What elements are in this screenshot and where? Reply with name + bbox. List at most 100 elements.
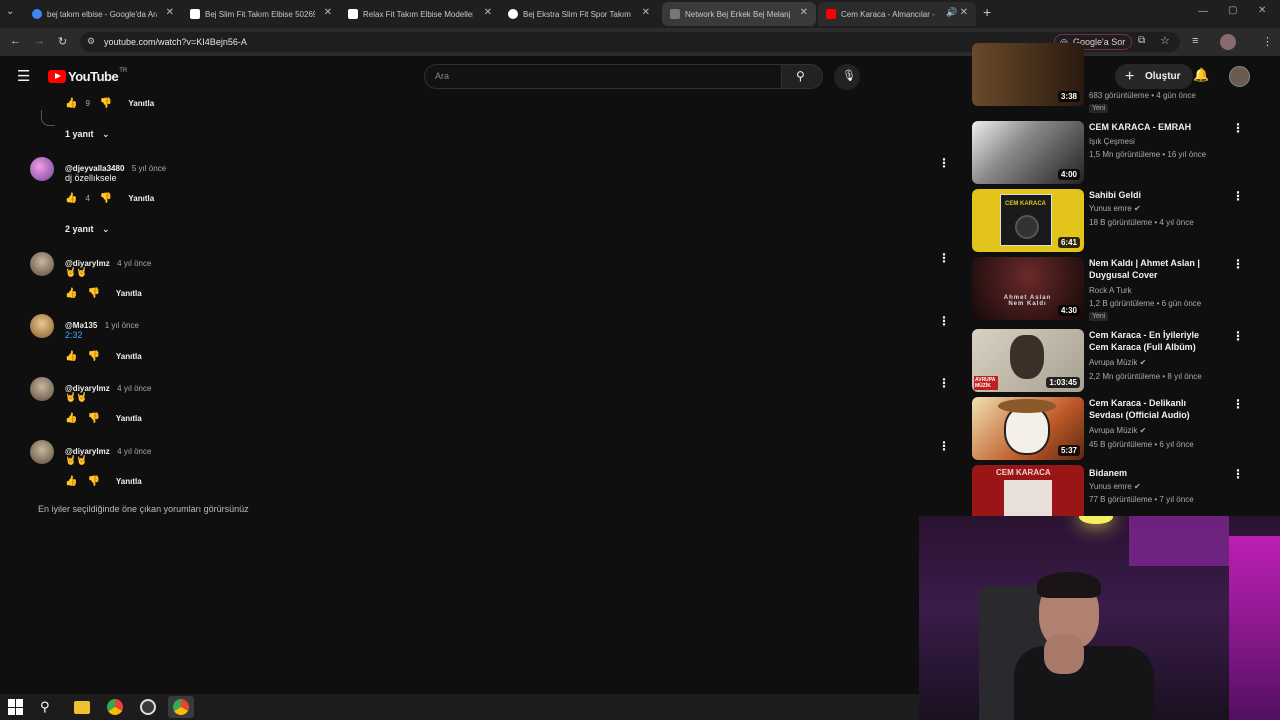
reply-button[interactable]: Yanıtla <box>116 289 142 298</box>
comment-timestamp-link[interactable]: 2:32 <box>65 330 83 340</box>
like-icon[interactable]: 👍 <box>65 476 77 487</box>
dislike-icon[interactable]: 👎 <box>87 288 99 299</box>
comment-menu-icon[interactable]: ⋮ <box>938 314 950 328</box>
video-thumbnail[interactable]: CEM KARACA 6:41 <box>972 189 1084 252</box>
video-thumbnail[interactable]: 5:37 <box>972 397 1084 460</box>
file-explorer-icon[interactable] <box>74 701 90 714</box>
video-card[interactable]: CEM KARACA Bidanem Yunus emre ✔ 77 B gör… <box>972 465 1242 516</box>
audio-playing-icon[interactable]: 🔊 <box>946 7 957 18</box>
video-menu-icon[interactable]: ⋮ <box>1232 189 1244 203</box>
avatar[interactable] <box>30 157 54 181</box>
close-tab-icon[interactable]: ✕ <box>324 7 332 18</box>
reply-button[interactable]: Yanıtla <box>116 477 142 486</box>
dislike-icon[interactable]: 👎 <box>87 413 99 424</box>
back-icon[interactable]: ← <box>10 35 21 47</box>
video-channel[interactable]: Avrupa Müzik ✔ <box>1089 426 1146 435</box>
video-menu-icon[interactable]: ⋮ <box>1232 467 1242 481</box>
voice-search-button[interactable]: 🎙 <box>834 64 860 90</box>
minimize-icon[interactable]: — <box>1198 6 1208 17</box>
app-icon[interactable] <box>140 699 156 715</box>
reading-list-icon[interactable]: ≡ <box>1192 35 1198 47</box>
chrome-active-icon[interactable] <box>168 696 194 718</box>
video-title[interactable]: Nem Kaldı | Ahmet Aslan | Duygusal Cover <box>1089 257 1219 281</box>
video-card[interactable]: 4:00 CEM KARACA - EMRAH Işık Çeşmesi 1,5… <box>972 121 1244 184</box>
video-card[interactable]: 5:37 Cem Karaca - Delikanlı Sevdası (Off… <box>972 397 1244 460</box>
video-channel[interactable]: Avrupa Müzik ✔ <box>1089 358 1146 367</box>
tab-relax-fit[interactable]: Relax Fit Takım Elbise Modelleri ✕ <box>340 2 500 26</box>
close-tab-icon[interactable]: ✕ <box>484 7 492 18</box>
comment-menu-icon[interactable]: ⋮ <box>938 376 950 390</box>
close-window-icon[interactable]: ✕ <box>1258 5 1266 16</box>
video-channel[interactable]: Yunus emre ✔ <box>1089 204 1141 213</box>
video-title[interactable]: Cem Karaca - En İyileriyle Cem Karaca (F… <box>1089 329 1219 353</box>
video-channel[interactable]: Işık Çeşmesi <box>1089 137 1135 146</box>
close-tab-icon[interactable]: ✕ <box>166 7 174 18</box>
tab-youtube-active[interactable]: Cem Karaca - Almancılar - YouTube 🔊 ✕ <box>818 2 976 26</box>
reply-button[interactable]: Yanıtla <box>128 99 154 108</box>
close-tab-icon[interactable]: ✕ <box>960 7 968 18</box>
dislike-icon[interactable]: 👎 <box>100 193 112 204</box>
comment-author[interactable]: @djeyvalla3480 <box>65 164 124 173</box>
video-thumbnail[interactable]: Ahmet Aslan Nem Kaldı 4:30 <box>972 257 1084 320</box>
avatar[interactable] <box>30 440 54 464</box>
video-menu-icon[interactable]: ⋮ <box>1232 121 1244 135</box>
close-tab-icon[interactable]: ✕ <box>800 7 808 18</box>
like-icon[interactable]: 👍 <box>65 351 77 362</box>
site-info-icon[interactable]: ⚙ <box>87 36 95 47</box>
search-input[interactable]: Ara <box>424 64 782 89</box>
video-title[interactable]: Sahibi Geldi <box>1089 189 1219 201</box>
reply-button[interactable]: Yanıtla <box>128 194 154 203</box>
browser-menu-icon[interactable]: ⋮ <box>1262 35 1273 48</box>
profile-avatar[interactable] <box>1220 34 1236 50</box>
like-icon[interactable]: 👍 <box>65 98 77 109</box>
youtube-logo[interactable]: YouTube TR <box>48 68 127 84</box>
replies-toggle[interactable]: 2 yanıt ⌄ <box>65 224 110 235</box>
video-menu-icon[interactable]: ⋮ <box>1232 257 1244 271</box>
create-button[interactable]: + Oluştur <box>1115 64 1193 89</box>
reload-icon[interactable]: ↻ <box>58 35 67 48</box>
avatar[interactable] <box>30 377 54 401</box>
comment-time[interactable]: 5 yıl önce <box>132 164 166 173</box>
video-card[interactable]: 3:38 683 görüntüleme • 4 gün önce Yeni <box>972 43 1242 116</box>
url-text[interactable]: youtube.com/watch?v=KI4Bejn56-A <box>104 37 247 47</box>
comment-author[interactable]: @Mə135 <box>65 321 97 330</box>
dislike-icon[interactable]: 👎 <box>100 98 112 109</box>
dislike-icon[interactable]: 👎 <box>87 476 99 487</box>
dislike-icon[interactable]: 👎 <box>87 351 99 362</box>
bookmark-star-icon[interactable]: ☆ <box>1160 34 1170 47</box>
like-icon[interactable]: 👍 <box>65 288 77 299</box>
video-menu-icon[interactable]: ⋮ <box>1232 329 1244 343</box>
video-card[interactable]: AVRUPA MÜZİK 1:03:45 Cem Karaca - En İyi… <box>972 329 1244 392</box>
avatar[interactable] <box>30 314 54 338</box>
notifications-bell-icon[interactable]: 🔔 <box>1193 67 1209 83</box>
video-thumbnail[interactable]: CEM KARACA <box>972 465 1084 516</box>
tab-bej-ekstra-slim[interactable]: Bej Ekstra Slim Fit Spor Takım Elbise ✕ <box>500 2 658 26</box>
replies-toggle[interactable]: 1 yanıt ⌄ <box>65 129 110 140</box>
comment-time[interactable]: 4 yıl önce <box>117 447 151 456</box>
reply-button[interactable]: Yanıtla <box>116 414 142 423</box>
tab-list-icon[interactable]: ⌄ <box>6 6 14 17</box>
forward-icon[interactable]: → <box>34 35 45 47</box>
video-title[interactable]: Bidanem <box>1089 467 1219 479</box>
new-tab-icon[interactable]: + <box>983 4 991 20</box>
video-thumbnail[interactable]: 4:00 <box>972 121 1084 184</box>
search-button[interactable]: ⚲ <box>781 64 823 89</box>
maximize-icon[interactable]: ▢ <box>1228 5 1237 16</box>
install-app-icon[interactable]: ⧉ <box>1138 35 1145 46</box>
tab-google-search[interactable]: bej takım elbise - Google'da Ara ✕ <box>24 2 182 26</box>
reply-button[interactable]: Yanıtla <box>116 352 142 361</box>
like-icon[interactable]: 👍 <box>65 413 77 424</box>
video-title[interactable]: CEM KARACA - EMRAH <box>1089 121 1219 133</box>
chrome-icon[interactable] <box>107 699 123 715</box>
comment-time[interactable]: 4 yıl önce <box>117 259 151 268</box>
comment-time[interactable]: 4 yıl önce <box>117 384 151 393</box>
video-card[interactable]: Ahmet Aslan Nem Kaldı 4:30 Nem Kaldı | A… <box>972 257 1244 321</box>
comment-menu-icon[interactable]: ⋮ <box>938 156 950 170</box>
comment-menu-icon[interactable]: ⋮ <box>938 251 950 265</box>
avatar[interactable] <box>30 252 54 276</box>
tab-network-bej[interactable]: Network Bej Erkek Bej Melanj Takım ✕ <box>662 2 816 26</box>
close-tab-icon[interactable]: ✕ <box>642 7 650 18</box>
video-menu-icon[interactable]: ⋮ <box>1232 397 1244 411</box>
comment-time[interactable]: 1 yıl önce <box>105 321 139 330</box>
video-card[interactable]: CEM KARACA 6:41 Sahibi Geldi Yunus emre … <box>972 189 1244 252</box>
